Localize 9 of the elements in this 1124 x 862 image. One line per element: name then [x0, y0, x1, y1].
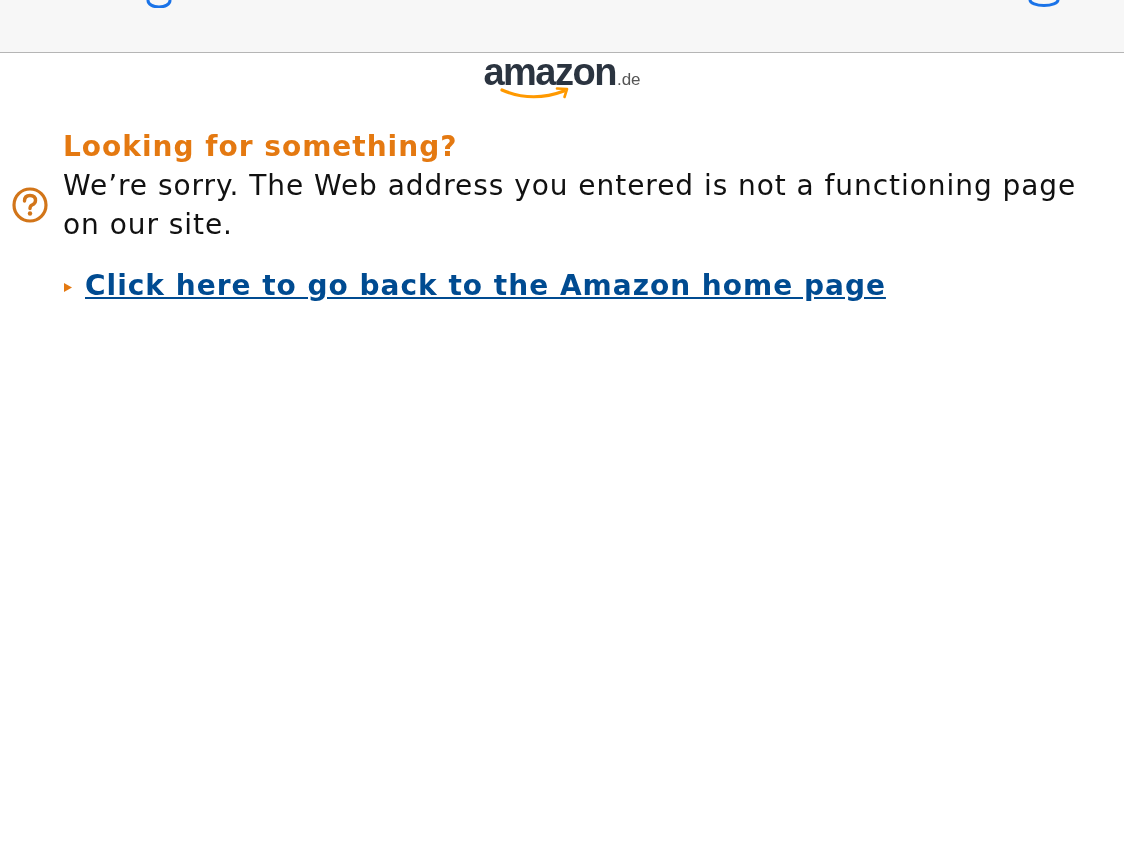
error-message: We’re sorry. The Web address you entered is not a functioning page on our site. — [63, 168, 1078, 243]
page-heading: Looking for something? — [63, 129, 459, 165]
smile-arrow-icon — [500, 87, 571, 101]
logo-domain: .de — [616, 70, 641, 89]
arc-icon[interactable] — [146, 0, 172, 8]
home-page-link[interactable]: Click here to go back to the Amazon home page — [85, 269, 886, 302]
question-icon — [11, 187, 48, 223]
logo-wordmark: amazon — [483, 51, 616, 93]
triangle-bullet-icon — [64, 283, 72, 292]
